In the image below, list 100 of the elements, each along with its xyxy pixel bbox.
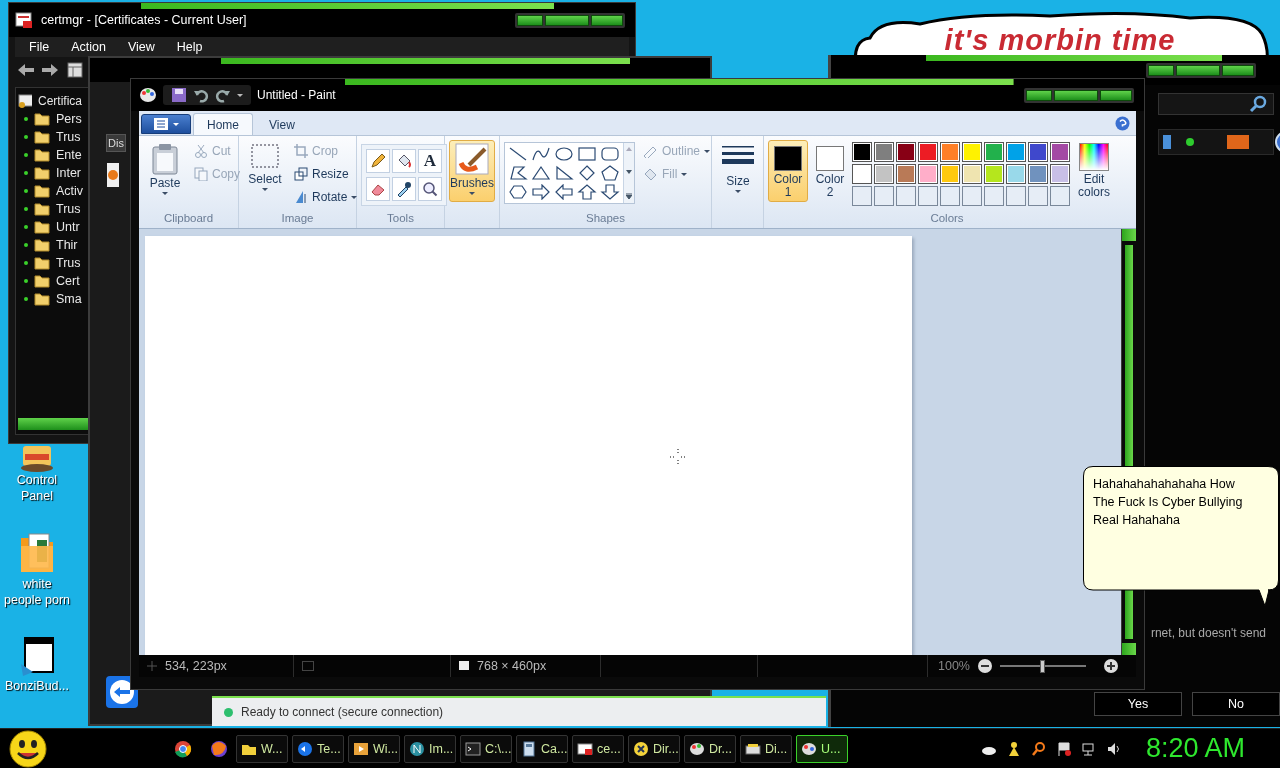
tree-item[interactable]: Cert bbox=[56, 274, 80, 288]
color-picker-button[interactable] bbox=[392, 177, 416, 201]
color-swatch[interactable] bbox=[1028, 164, 1048, 184]
down-arrow-icon[interactable] bbox=[600, 184, 620, 200]
tree-item[interactable]: Thir bbox=[56, 238, 78, 252]
edit-colors-button[interactable]: Edit colors bbox=[1074, 140, 1114, 202]
color-swatch[interactable] bbox=[852, 164, 872, 184]
tree-item[interactable]: Pers bbox=[56, 112, 82, 126]
dialog-button[interactable]: No bbox=[1192, 692, 1280, 716]
up-arrow-icon[interactable] bbox=[577, 184, 597, 200]
color-swatch[interactable] bbox=[940, 164, 960, 184]
taskbar-button[interactable]: ce... bbox=[572, 734, 624, 763]
forward-arrow-icon[interactable] bbox=[41, 63, 59, 77]
magnifier-button[interactable] bbox=[418, 177, 442, 201]
select-button[interactable]: Select bbox=[243, 140, 287, 202]
more-icon[interactable] bbox=[626, 193, 632, 199]
menu-item[interactable]: View bbox=[127, 40, 155, 54]
network-icon[interactable] bbox=[1080, 740, 1097, 757]
empty-swatch[interactable] bbox=[1006, 186, 1026, 206]
save-icon[interactable] bbox=[171, 87, 187, 103]
globe-icon[interactable] bbox=[210, 739, 228, 758]
tree-item[interactable]: Trus bbox=[56, 256, 81, 270]
search-field[interactable] bbox=[1158, 93, 1274, 115]
tab[interactable]: Dis bbox=[106, 134, 126, 152]
color-button[interactable]: Color 2 bbox=[810, 140, 850, 202]
pentagon-icon[interactable] bbox=[600, 165, 620, 181]
curve-icon[interactable] bbox=[531, 146, 551, 162]
color-button[interactable]: Color 1 bbox=[768, 140, 808, 202]
taskbar-button[interactable]: Di... bbox=[740, 734, 792, 763]
back-arrow-icon[interactable] bbox=[17, 63, 35, 77]
line-icon[interactable] bbox=[508, 146, 528, 162]
app-menu-button[interactable] bbox=[141, 114, 191, 134]
empty-swatch[interactable] bbox=[852, 186, 872, 206]
redo-icon[interactable] bbox=[215, 87, 231, 103]
tree-item[interactable]: Certifica bbox=[38, 94, 82, 108]
oval-icon[interactable] bbox=[554, 146, 574, 162]
dot-icon[interactable] bbox=[1185, 137, 1195, 147]
color-swatch[interactable] bbox=[962, 164, 982, 184]
table-icon[interactable] bbox=[67, 62, 83, 78]
tree-item[interactable]: Inter bbox=[56, 166, 81, 180]
zoom-in-button[interactable] bbox=[1104, 659, 1118, 673]
polygon-icon[interactable] bbox=[508, 165, 528, 181]
color-swatch[interactable] bbox=[984, 164, 1004, 184]
color-swatch[interactable] bbox=[1006, 142, 1026, 162]
color-swatch[interactable] bbox=[1050, 164, 1070, 184]
right-arrow-icon[interactable] bbox=[531, 184, 551, 200]
color-swatch[interactable] bbox=[918, 142, 938, 162]
minimize-button[interactable] bbox=[1026, 89, 1052, 101]
tree-item[interactable]: Ente bbox=[56, 148, 82, 162]
paste-button[interactable]: Paste bbox=[143, 140, 187, 202]
empty-swatch[interactable] bbox=[940, 186, 960, 206]
close-button[interactable] bbox=[591, 14, 623, 26]
rounded-rectangle-icon[interactable] bbox=[600, 146, 620, 162]
rotate-button[interactable]: Rotate bbox=[291, 186, 361, 208]
smiley-icon[interactable] bbox=[8, 729, 48, 768]
empty-swatch[interactable] bbox=[962, 186, 982, 206]
maximize-button[interactable] bbox=[1176, 64, 1220, 76]
color-swatch[interactable] bbox=[896, 164, 916, 184]
triangle-icon[interactable] bbox=[531, 165, 551, 181]
maximize-button[interactable] bbox=[1054, 89, 1098, 101]
color-swatch[interactable] bbox=[984, 142, 1004, 162]
taskbar-button[interactable]: Im... bbox=[404, 734, 456, 763]
maximize-button[interactable] bbox=[545, 14, 589, 26]
empty-swatch[interactable] bbox=[984, 186, 1004, 206]
search-icon[interactable] bbox=[1030, 740, 1047, 757]
left-arrow-icon[interactable] bbox=[554, 184, 574, 200]
empty-swatch[interactable] bbox=[1050, 186, 1070, 206]
menu-item[interactable]: Action bbox=[71, 40, 106, 54]
color-swatch[interactable] bbox=[852, 142, 872, 162]
close-button[interactable] bbox=[1100, 89, 1132, 101]
fill-button[interactable] bbox=[392, 149, 416, 173]
undo-icon[interactable] bbox=[193, 87, 209, 103]
taskbar-button[interactable]: Dir... bbox=[628, 734, 680, 763]
ribbon-tab[interactable]: Home bbox=[193, 113, 253, 135]
empty-swatch[interactable] bbox=[918, 186, 938, 206]
minimize-button[interactable] bbox=[517, 14, 543, 26]
color-swatch[interactable] bbox=[1028, 142, 1048, 162]
color-swatch[interactable] bbox=[1050, 142, 1070, 162]
size-button[interactable]: Size bbox=[716, 140, 760, 202]
taskbar-button[interactable]: U... bbox=[796, 734, 848, 763]
taskbar-button[interactable]: W... bbox=[236, 734, 288, 763]
browser-icon[interactable] bbox=[174, 739, 192, 758]
menu-item[interactable]: Help bbox=[176, 40, 203, 54]
menu-item[interactable]: File bbox=[29, 40, 50, 54]
taskbar-button[interactable]: C:\... bbox=[460, 734, 512, 763]
tree-item[interactable]: Activ bbox=[56, 184, 84, 198]
color-swatch[interactable] bbox=[874, 164, 894, 184]
tree-item[interactable]: Untr bbox=[56, 220, 80, 234]
taskbar-button[interactable]: Wi... bbox=[348, 734, 400, 763]
pencil-button[interactable] bbox=[366, 149, 390, 173]
color-swatch[interactable] bbox=[940, 142, 960, 162]
color-swatch[interactable] bbox=[896, 142, 916, 162]
color-swatch[interactable] bbox=[962, 142, 982, 162]
resize-button[interactable]: Resize bbox=[291, 163, 361, 185]
taskbar-button[interactable]: Ca... bbox=[516, 734, 568, 763]
clock[interactable]: 8:20 AM bbox=[1145, 733, 1245, 764]
right-triangle-icon[interactable] bbox=[554, 165, 574, 181]
help-icon[interactable] bbox=[1115, 116, 1130, 131]
brushes-button[interactable]: Brushes bbox=[449, 140, 495, 202]
close-button[interactable] bbox=[1222, 64, 1254, 76]
